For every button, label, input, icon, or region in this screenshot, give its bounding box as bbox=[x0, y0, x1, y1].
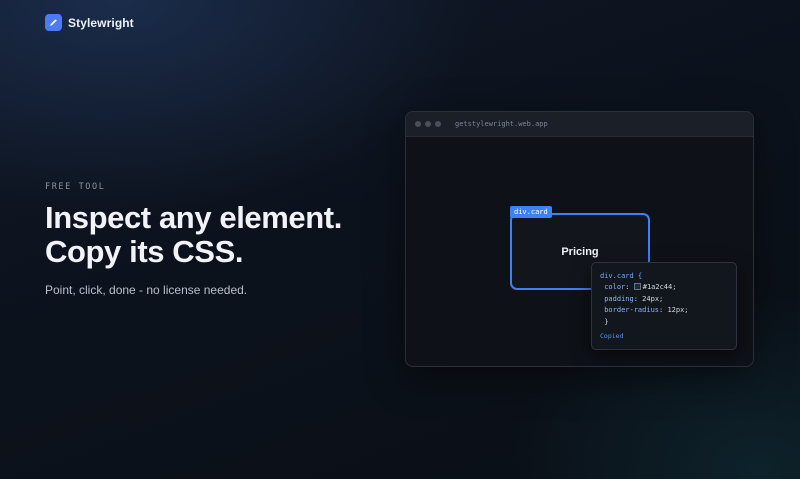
brand-name: Stylewright bbox=[68, 15, 134, 30]
code-value: 24px; bbox=[642, 294, 664, 303]
subline: Point, click, done - no license needed. bbox=[45, 283, 248, 297]
window-dot-icon bbox=[435, 121, 441, 127]
window-dot-icon bbox=[425, 121, 431, 127]
headline: Inspect any element. Copy its CSS. bbox=[45, 201, 395, 269]
code-line-color: color: #1a2c44; bbox=[604, 283, 677, 292]
code-value: 12px; bbox=[667, 306, 689, 315]
code-prop: padding bbox=[604, 294, 634, 303]
code-selector: div.card { bbox=[600, 272, 643, 280]
code-line-radius: border-radius: 12px; bbox=[604, 306, 689, 315]
color-swatch bbox=[633, 283, 641, 291]
window-dot-icon bbox=[415, 121, 421, 127]
code-line-padding: padding: 24px; bbox=[604, 294, 664, 303]
code-prop: border-radius bbox=[604, 306, 660, 315]
browser-url: getstylewright.web.app bbox=[455, 120, 548, 128]
pen-icon bbox=[45, 14, 62, 31]
headline-line-2: Copy its CSS. bbox=[45, 234, 244, 269]
code-prop: color bbox=[604, 283, 626, 292]
css-popup[interactable]: div.card { color: #1a2c44; padding: 24px… bbox=[591, 262, 737, 350]
code-value: #1a2c44; bbox=[642, 283, 677, 292]
headline-line-1: Inspect any element. bbox=[45, 200, 342, 235]
code-close: } bbox=[600, 317, 728, 328]
card-title: Pricing bbox=[561, 246, 599, 258]
element-tag-label: div.card bbox=[510, 206, 552, 218]
code-brace: } bbox=[604, 317, 609, 326]
copied-status: Copied bbox=[600, 332, 624, 341]
browser-toolbar: getstylewright.web.app bbox=[406, 112, 753, 137]
brand[interactable]: Stylewright bbox=[45, 14, 134, 31]
browser-preview: getstylewright.web.app div.card Pricing … bbox=[405, 111, 754, 367]
hero: FREE TOOL Inspect any element. Copy its … bbox=[45, 182, 395, 297]
eyebrow: FREE TOOL bbox=[45, 182, 106, 192]
